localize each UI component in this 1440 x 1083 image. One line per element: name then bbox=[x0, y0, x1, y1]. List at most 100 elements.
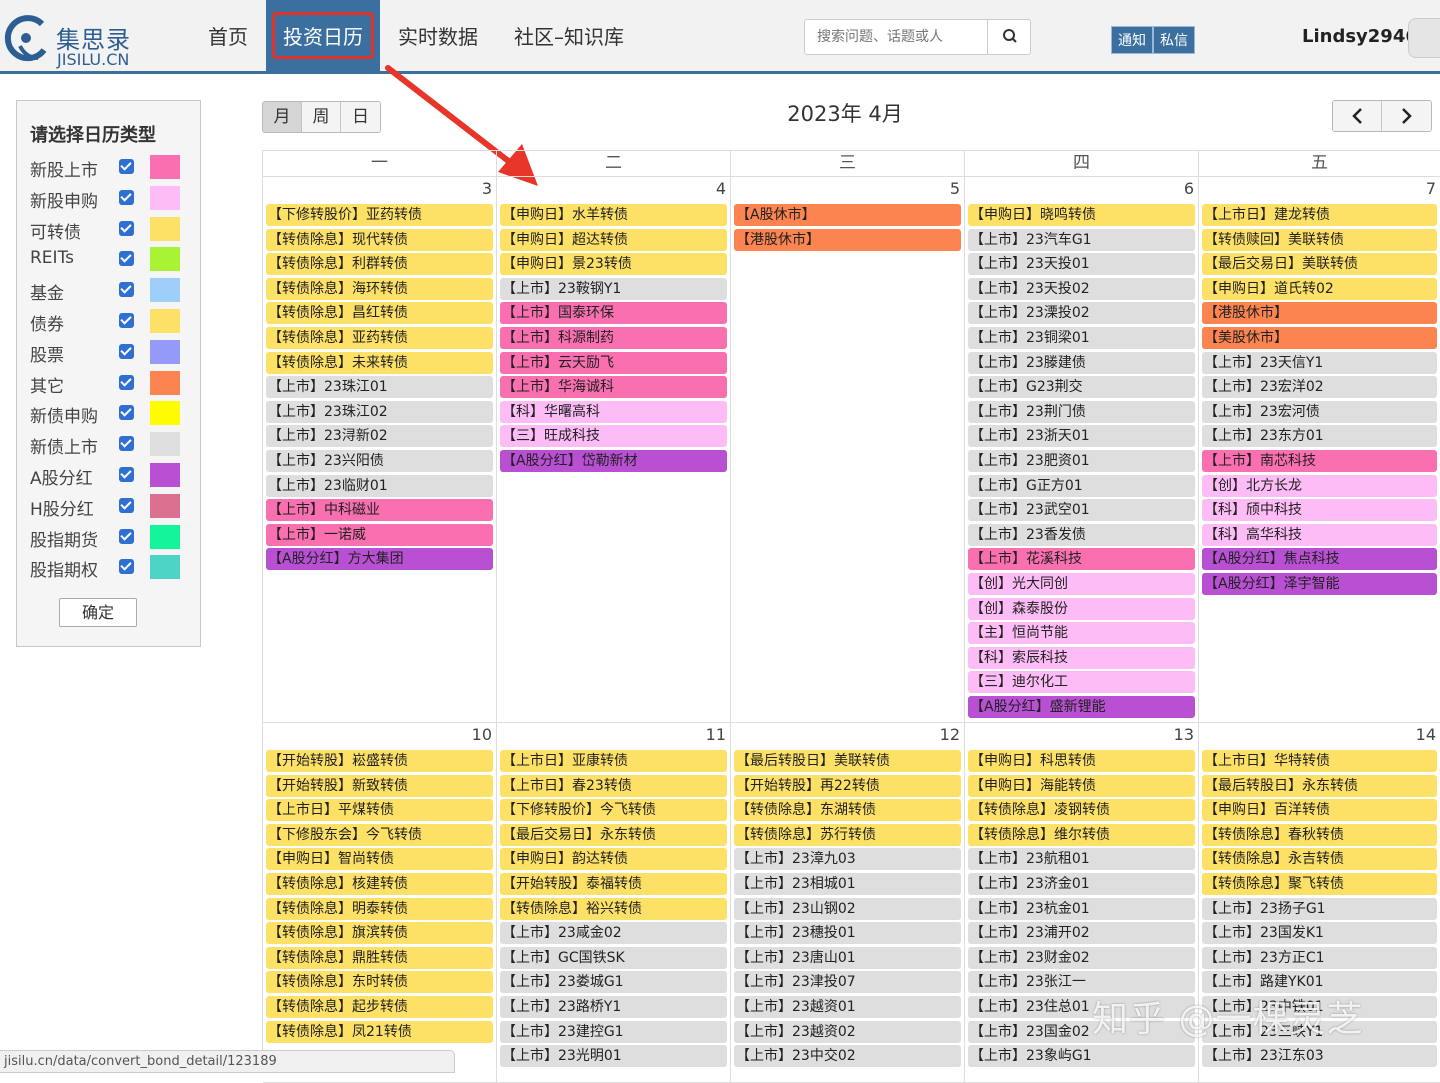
calendar-event[interactable]: 【三】迪尔化工 bbox=[968, 671, 1195, 694]
calendar-event[interactable]: 【转债除息】起步转债 bbox=[266, 996, 493, 1018]
calendar-event[interactable]: 【上市】23山钢02 bbox=[734, 897, 961, 920]
filter-type-checkbox[interactable] bbox=[119, 467, 134, 482]
calendar-event[interactable]: 【A股分红】方大集团 bbox=[266, 548, 493, 571]
calendar-event[interactable]: 【三】旺成科技 bbox=[500, 425, 727, 448]
filter-type-checkbox[interactable] bbox=[119, 159, 134, 174]
calendar-event[interactable]: 【开始转股】崧盛转债 bbox=[266, 750, 493, 772]
calendar-event[interactable]: 【申购日】百洋转债 bbox=[1202, 799, 1437, 822]
nav-calendar[interactable]: 投资日历 bbox=[266, 0, 380, 71]
calendar-event[interactable]: 【上市】中科磁业 bbox=[266, 499, 493, 522]
calendar-event[interactable]: 【上市】23东方01 bbox=[1202, 425, 1437, 448]
calendar-event[interactable]: 【上市】23临财01 bbox=[266, 474, 493, 497]
username-link[interactable]: Lindsy2946 bbox=[1302, 26, 1418, 47]
search-button[interactable] bbox=[987, 20, 1031, 54]
calendar-event[interactable]: 【上市】23浔新02 bbox=[266, 425, 493, 448]
calendar-event[interactable]: 【A股休市】 bbox=[734, 204, 961, 226]
calendar-event[interactable]: 【上市】南芯科技 bbox=[1202, 450, 1437, 472]
calendar-event[interactable]: 【上市】23天信Y1 bbox=[1202, 351, 1437, 374]
calendar-event[interactable]: 【上市】科源制药 bbox=[500, 327, 727, 349]
calendar-event[interactable]: 【上市】花溪科技 bbox=[968, 548, 1195, 571]
view-day-button[interactable]: 日 bbox=[341, 102, 380, 132]
calendar-event[interactable]: 【上市】23宏洋02 bbox=[1202, 376, 1437, 399]
calendar-event[interactable]: 【开始转股】再22转债 bbox=[734, 774, 961, 797]
calendar-event[interactable]: 【主】恒尚节能 bbox=[968, 622, 1195, 645]
calendar-event[interactable]: 【上市日】华特转债 bbox=[1202, 750, 1437, 772]
calendar-event[interactable]: 【上市】23珠江01 bbox=[266, 376, 493, 399]
calendar-event[interactable]: 【上市】23建控G1 bbox=[500, 1020, 727, 1043]
calendar-event[interactable]: 【申购日】水羊转债 bbox=[500, 204, 727, 226]
calendar-event[interactable]: 【上市】23济金01 bbox=[968, 873, 1195, 895]
calendar-event[interactable]: 【上市】23香发债 bbox=[968, 523, 1195, 546]
calendar-event[interactable]: 【上市】23天投02 bbox=[968, 277, 1195, 300]
calendar-event[interactable]: 【转债除息】明泰转债 bbox=[266, 897, 493, 920]
calendar-event[interactable]: 【上市】23越资01 bbox=[734, 996, 961, 1018]
view-month-button[interactable]: 月 bbox=[263, 102, 302, 132]
private-message-button[interactable]: 私信 bbox=[1153, 26, 1195, 54]
calendar-event[interactable]: 【上市】23漳九03 bbox=[734, 848, 961, 871]
calendar-event[interactable]: 【上市】G正方01 bbox=[968, 474, 1195, 497]
calendar-event[interactable]: 【转债除息】永吉转债 bbox=[1202, 848, 1437, 871]
nav-home[interactable]: 首页 bbox=[190, 0, 266, 71]
prev-month-button[interactable] bbox=[1333, 101, 1382, 131]
calendar-event[interactable]: 【科】华曙高科 bbox=[500, 400, 727, 423]
calendar-event[interactable]: 【最后转股日】美联转债 bbox=[734, 750, 961, 772]
calendar-event[interactable]: 【下修股东会】今飞转债 bbox=[266, 823, 493, 846]
calendar-event[interactable]: 【A股分红】焦点科技 bbox=[1202, 548, 1437, 571]
calendar-event[interactable]: 【创】北方长龙 bbox=[1202, 474, 1437, 497]
calendar-event[interactable]: 【上市】23鞍钢Y1 bbox=[500, 277, 727, 300]
calendar-event[interactable]: 【申购日】晓鸣转债 bbox=[968, 204, 1195, 226]
calendar-event[interactable]: 【转债除息】维尔转债 bbox=[968, 823, 1195, 846]
calendar-event[interactable]: 【上市】23相城01 bbox=[734, 873, 961, 895]
calendar-event[interactable]: 【上市】23珠江02 bbox=[266, 400, 493, 423]
calendar-event[interactable]: 【上市】23汽车G1 bbox=[968, 228, 1195, 251]
filter-type-checkbox[interactable] bbox=[119, 189, 134, 205]
calendar-event[interactable]: 【转债除息】海环转债 bbox=[266, 277, 493, 300]
calendar-event[interactable]: 【转债除息】裕兴转债 bbox=[500, 897, 727, 920]
filter-type-checkbox[interactable] bbox=[119, 405, 134, 421]
calendar-event[interactable]: 【上市】23方正C1 bbox=[1202, 946, 1437, 969]
filter-type-checkbox[interactable] bbox=[119, 436, 134, 452]
calendar-event[interactable]: 【开始转股】新致转债 bbox=[266, 774, 493, 797]
calendar-event[interactable]: 【A股分红】岱勒新材 bbox=[500, 450, 727, 472]
filter-type-checkbox[interactable] bbox=[119, 220, 134, 236]
calendar-event[interactable]: 【上市】23肥资01 bbox=[968, 450, 1195, 472]
search-input[interactable] bbox=[805, 20, 987, 54]
calendar-event[interactable]: 【上市】23浙天01 bbox=[968, 425, 1195, 448]
calendar-event[interactable]: 【上市】23浦开02 bbox=[968, 922, 1195, 945]
filter-type-checkbox[interactable] bbox=[119, 343, 134, 359]
calendar-event[interactable]: 【上市】23天投01 bbox=[968, 253, 1195, 276]
calendar-event[interactable]: 【上市】23象屿G1 bbox=[968, 1045, 1195, 1068]
calendar-event[interactable]: 【申购日】智尚转债 bbox=[266, 848, 493, 871]
calendar-event[interactable]: 【上市】23越资02 bbox=[734, 1020, 961, 1043]
calendar-event[interactable]: 【上市】华海诚科 bbox=[500, 376, 727, 399]
calendar-event[interactable]: 【A股分红】盛新锂能 bbox=[968, 696, 1195, 718]
calendar-event[interactable]: 【转债除息】未来转债 bbox=[266, 351, 493, 374]
filter-type-checkbox[interactable] bbox=[119, 251, 134, 267]
calendar-event[interactable]: 【上市】23穗投01 bbox=[734, 922, 961, 945]
calendar-event[interactable]: 【转债除息】凌钢转债 bbox=[968, 799, 1195, 822]
calendar-event[interactable]: 【申购日】超达转债 bbox=[500, 228, 727, 251]
calendar-event[interactable]: 【上市】23航租01 bbox=[968, 848, 1195, 871]
calendar-event[interactable]: 【上市】GC国铁SK bbox=[500, 946, 727, 969]
calendar-event[interactable]: 【转债除息】亚药转债 bbox=[266, 327, 493, 349]
calendar-event[interactable]: 【申购日】道氏转02 bbox=[1202, 277, 1437, 300]
calendar-event[interactable]: 【上市】23津投07 bbox=[734, 971, 961, 994]
calendar-event[interactable]: 【上市】23光明01 bbox=[500, 1045, 727, 1068]
calendar-event[interactable]: 【开始转股】泰福转债 bbox=[500, 873, 727, 895]
calendar-event[interactable]: 【上市】23兴阳债 bbox=[266, 450, 493, 472]
calendar-event[interactable]: 【上市】23江东03 bbox=[1202, 1045, 1437, 1068]
calendar-event[interactable]: 【最后转股日】永东转债 bbox=[1202, 774, 1437, 797]
calendar-event[interactable]: 【申购日】科思转债 bbox=[968, 750, 1195, 772]
calendar-event[interactable]: 【上市日】春23转债 bbox=[500, 774, 727, 797]
calendar-event[interactable]: 【上市】23武空01 bbox=[968, 499, 1195, 522]
filter-type-checkbox[interactable] bbox=[119, 313, 134, 328]
calendar-event[interactable]: 【上市】23溧投02 bbox=[968, 302, 1195, 325]
calendar-event[interactable]: 【上市】23国发K1 bbox=[1202, 922, 1437, 945]
calendar-event[interactable]: 【上市】23咸金02 bbox=[500, 922, 727, 945]
calendar-event[interactable]: 【上市】23唐山01 bbox=[734, 946, 961, 969]
calendar-event[interactable]: 【上市日】建龙转债 bbox=[1202, 204, 1437, 226]
calendar-event[interactable]: 【科】颀中科技 bbox=[1202, 499, 1437, 522]
calendar-event[interactable]: 【转债除息】核建转债 bbox=[266, 873, 493, 895]
calendar-event[interactable]: 【上市】23滕建债 bbox=[968, 351, 1195, 374]
calendar-event[interactable]: 【上市】23路桥Y1 bbox=[500, 996, 727, 1018]
